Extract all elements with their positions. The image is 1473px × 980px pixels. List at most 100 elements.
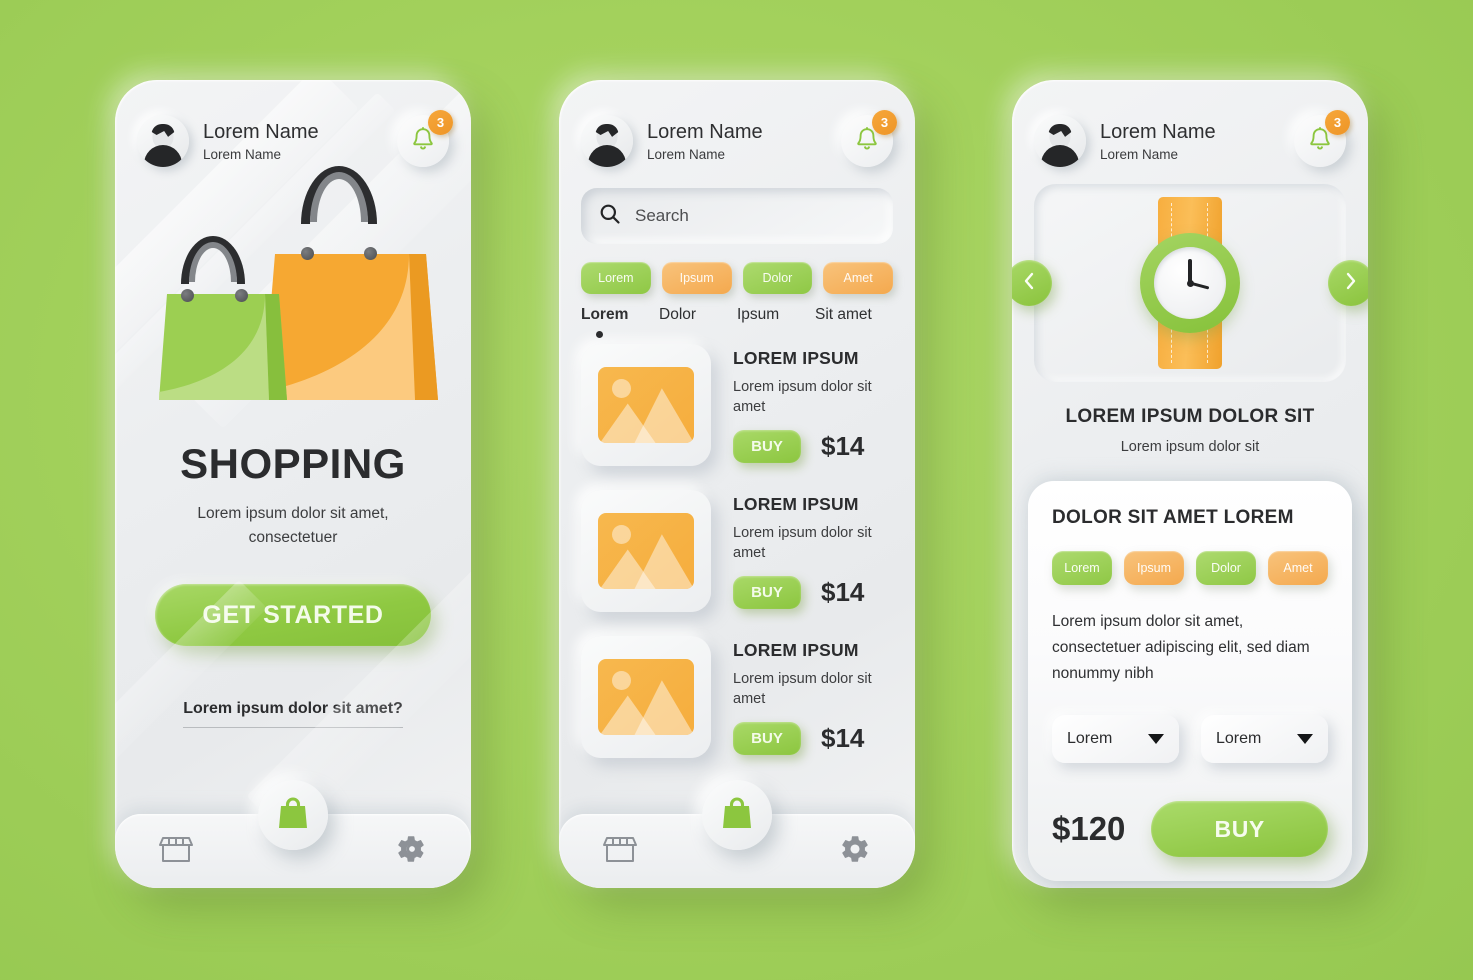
buy-button[interactable]: BUY — [733, 430, 801, 464]
help-link[interactable]: Lorem ipsum dolor sit amet? — [183, 700, 403, 729]
header-names: Lorem Name Lorem Name — [1100, 121, 1294, 162]
image-placeholder-icon — [598, 513, 694, 589]
store-icon[interactable] — [603, 834, 637, 869]
search-icon — [599, 203, 621, 230]
shopping-bag-icon — [277, 796, 309, 835]
product-description: Lorem ipsum dolor sit amet — [733, 525, 872, 561]
notifications[interactable]: 3 — [397, 110, 453, 167]
product-title: LOREM IPSUM — [733, 494, 859, 514]
gear-icon[interactable] — [839, 833, 871, 870]
tab-sit-amet[interactable]: Sit amet — [815, 306, 893, 340]
product-row[interactable]: LOREM IPSUM Lorem ipsum dolor sit amet B… — [581, 344, 893, 466]
notifications[interactable]: 3 — [841, 110, 897, 167]
product-title: LOREM IPSUM — [733, 640, 859, 660]
chevron-right-icon — [1343, 271, 1359, 296]
product-row[interactable]: LOREM IPSUM Lorem ipsum dolor sit amet B… — [581, 490, 893, 612]
notification-badge: 3 — [428, 110, 453, 135]
caret-down-icon — [1148, 734, 1164, 745]
detail-buy-button[interactable]: BUY — [1151, 801, 1328, 858]
product-price: $14 — [821, 723, 865, 754]
user-name-secondary: Lorem Name — [1100, 146, 1179, 162]
product-carousel — [1012, 184, 1368, 382]
screens-stage: Lorem Name Lorem Name 3 SHOPPING Lorem i… — [0, 0, 1473, 980]
product-description: Lorem ipsum dolor sit amet — [733, 671, 872, 707]
buy-button[interactable]: BUY — [733, 576, 801, 610]
product-price: $14 — [821, 577, 865, 608]
product-title: LOREM IPSUM — [733, 348, 859, 368]
notifications[interactable]: 3 — [1294, 110, 1350, 167]
header-names: Lorem Name Lorem Name — [647, 121, 841, 162]
notification-badge: 3 — [1325, 110, 1350, 135]
product-image-card — [1034, 184, 1346, 382]
detail-chips: Lorem Ipsum Dolor Amet — [1052, 551, 1328, 585]
search-bar[interactable]: Search — [581, 188, 893, 244]
shopping-bags-illustration — [115, 166, 471, 434]
option-select-2[interactable]: Lorem — [1201, 715, 1328, 764]
header-names: Lorem Name Lorem Name — [203, 121, 397, 162]
product-info: LOREM IPSUM Lorem ipsum dolor sit amet B… — [733, 344, 893, 464]
option-select-2-value: Lorem — [1216, 730, 1262, 748]
detail-chip-amet[interactable]: Amet — [1268, 551, 1328, 585]
phone-screen-product-detail: Lorem Name Lorem Name 3 LOREM IPSUM DOLO… — [1012, 80, 1368, 888]
detail-chip-lorem[interactable]: Lorem — [1052, 551, 1112, 585]
green-bag-icon — [159, 236, 287, 400]
get-started-button[interactable]: GET STARTED — [155, 584, 431, 647]
detail-title: DOLOR SIT AMET LOREM — [1052, 507, 1294, 528]
product-description: Lorem ipsum dolor sit amet — [733, 379, 872, 415]
user-name-secondary: Lorem Name — [647, 146, 726, 162]
page-title: SHOPPING — [180, 440, 406, 487]
shopping-bag-icon — [721, 796, 753, 835]
product-buy-row: BUY $14 — [733, 430, 893, 464]
filter-chip-dolor[interactable]: Dolor — [742, 262, 813, 294]
nav-shopping-bag-button[interactable] — [258, 780, 328, 850]
filter-chip-ipsum[interactable]: Ipsum — [661, 262, 732, 294]
product-thumbnail[interactable] — [581, 490, 711, 612]
nav-shopping-bag-button[interactable] — [702, 780, 772, 850]
user-name-secondary: Lorem Name — [203, 146, 282, 162]
tab-dolor[interactable]: Dolor — [659, 306, 737, 340]
product-info: LOREM IPSUM Lorem ipsum dolor sit amet B… — [733, 636, 893, 756]
secondary-link-wrap: Lorem ipsum dolor sit amet? — [115, 700, 471, 729]
product-buy-row: BUY $14 — [733, 722, 893, 756]
tab-lorem-label: Lorem — [581, 306, 629, 323]
app-header: Lorem Name Lorem Name 3 — [1012, 80, 1368, 176]
option-select-1[interactable]: Lorem — [1052, 715, 1179, 764]
phone-screen-catalog: Lorem Name Lorem Name 3 Search Lorem Ips… — [559, 80, 915, 888]
product-title: LOREM IPSUM DOLOR SIT — [1065, 406, 1315, 427]
gear-icon-shape[interactable] — [395, 833, 427, 870]
phone-screen-onboarding: Lorem Name Lorem Name 3 SHOPPING Lorem i… — [115, 80, 471, 888]
detail-buy-row: $120 BUY — [1052, 801, 1328, 858]
tab-lorem[interactable]: Lorem — [581, 306, 659, 340]
product-detail-card: DOLOR SIT AMET LOREM Lorem Ipsum Dolor A… — [1028, 481, 1352, 882]
product-buy-row: BUY $14 — [733, 576, 893, 610]
detail-description: Lorem ipsum dolor sit amet, consectetuer… — [1052, 613, 1310, 683]
category-tabs: Lorem Dolor Ipsum Sit amet — [559, 294, 915, 340]
product-row[interactable]: LOREM IPSUM Lorem ipsum dolor sit amet B… — [581, 636, 893, 758]
filter-chips: Lorem Ipsum Dolor Amet — [559, 244, 915, 294]
user-name-primary: Lorem Name — [203, 120, 319, 143]
app-header: Lorem Name Lorem Name 3 — [115, 80, 471, 176]
user-name-primary: Lorem Name — [647, 120, 763, 143]
caret-down-icon — [1297, 734, 1313, 745]
detail-price: $120 — [1052, 810, 1126, 848]
filter-chip-amet[interactable]: Amet — [823, 262, 893, 294]
image-placeholder-icon — [598, 659, 694, 735]
detail-chip-ipsum[interactable]: Ipsum — [1124, 551, 1184, 585]
buy-button[interactable]: BUY — [733, 722, 801, 756]
avatar[interactable] — [581, 115, 633, 167]
filter-chip-lorem[interactable]: Lorem — [581, 262, 651, 294]
product-thumbnail[interactable] — [581, 636, 711, 758]
search-input[interactable]: Search — [635, 206, 689, 226]
avatar[interactable] — [137, 115, 189, 167]
carousel-next-button[interactable] — [1328, 260, 1368, 306]
product-thumbnail[interactable] — [581, 344, 711, 466]
tab-ipsum[interactable]: Ipsum — [737, 306, 815, 340]
app-header: Lorem Name Lorem Name 3 — [559, 80, 915, 176]
page-subtitle: Lorem ipsum dolor sit amet, consectetuer — [197, 505, 389, 547]
avatar[interactable] — [1034, 115, 1086, 167]
detail-chip-dolor[interactable]: Dolor — [1196, 551, 1256, 585]
notification-badge: 3 — [872, 110, 897, 135]
option-selects: Lorem Lorem — [1052, 715, 1328, 764]
active-tab-indicator — [596, 331, 603, 338]
product-price: $14 — [821, 431, 865, 462]
